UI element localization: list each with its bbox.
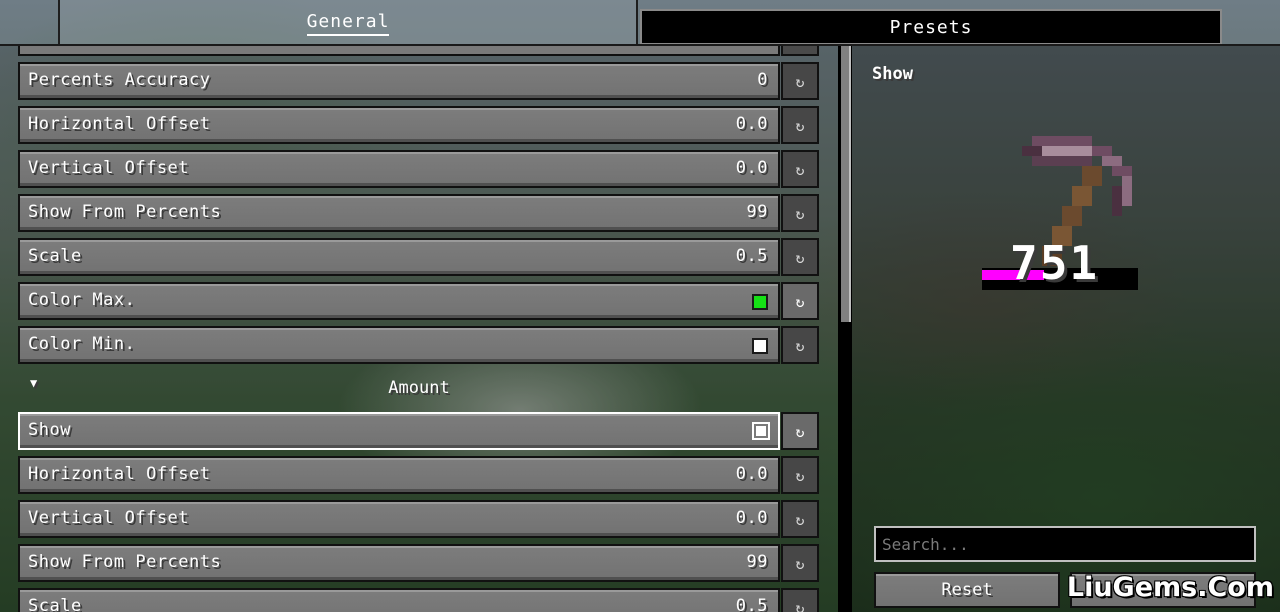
config-label: Percents Accuracy [28, 70, 211, 90]
reset-all-label: Reset [941, 580, 993, 600]
reset-icon: ↻ [795, 337, 805, 355]
tab-presets[interactable]: Presets [640, 9, 1222, 45]
config-label: Vertical Offset [28, 158, 190, 178]
reset-icon: ↻ [795, 599, 805, 612]
config-label: Vertical Offset [28, 508, 190, 528]
config-value: 99 [746, 552, 768, 572]
config-label: Show From Percents [28, 202, 222, 222]
config-value: 0.5 [735, 596, 768, 612]
reset-button[interactable]: ↻ [781, 500, 819, 538]
config-field[interactable]: Scale 0.5 [18, 588, 780, 612]
tab-general-label: General [306, 11, 390, 36]
config-value: 0.0 [735, 464, 768, 484]
config-value: 0.5 [735, 246, 768, 266]
config-row-horizontal-offset[interactable]: Horizontal Offset 0.0 ↻ [18, 456, 820, 494]
reset-button[interactable]: ↻ [781, 588, 819, 612]
scrollbar-thumb[interactable] [841, 46, 851, 322]
color-swatch[interactable] [752, 294, 768, 310]
config-value: 0.0 [735, 158, 768, 178]
watermark: LiuGems.Com [1066, 572, 1274, 603]
config-row-show-from-percents[interactable]: Show From Percents 99 ↻ [18, 544, 820, 582]
partial-row [18, 46, 780, 56]
config-row-color-max[interactable]: Color Max. ↻ [18, 282, 820, 320]
config-row-horizontal-offset[interactable]: Horizontal Offset 0.0 ↻ [18, 106, 820, 144]
preview-panel: Show 751 Reset [852, 46, 1280, 612]
config-field[interactable]: Percents Accuracy 0 [18, 62, 780, 100]
reset-button[interactable]: ↻ [781, 544, 819, 582]
config-row-percents-accuracy[interactable]: Percents Accuracy 0 ↻ [18, 62, 820, 100]
reset-button[interactable]: ↻ [781, 106, 819, 144]
reset-icon: ↻ [795, 293, 805, 311]
config-row-show[interactable]: Show ↻ [18, 412, 820, 450]
reset-icon: ↻ [795, 467, 805, 485]
config-label: Show From Percents [28, 552, 222, 572]
preview-title: Show [872, 64, 913, 84]
reset-icon: ↻ [795, 73, 805, 91]
config-field[interactable]: Show [18, 412, 780, 450]
config-field[interactable]: Color Max. [18, 282, 780, 320]
partial-reset-button [781, 46, 819, 56]
config-row-vertical-offset[interactable]: Vertical Offset 0.0 ↻ [18, 500, 820, 538]
config-value: 0 [757, 70, 768, 90]
tab-presets-label: Presets [889, 16, 973, 38]
config-field[interactable]: Horizontal Offset 0.0 [18, 456, 780, 494]
section-header-amount[interactable]: ▼ Amount [18, 372, 820, 406]
config-label: Color Min. [28, 334, 136, 354]
config-label: Horizontal Offset [28, 114, 211, 134]
config-list[interactable]: Percents Accuracy 0 ↻ Horizontal Offset … [0, 46, 838, 612]
config-value: 0.0 [735, 508, 768, 528]
config-label: Scale [28, 596, 82, 612]
config-label: Color Max. [28, 290, 136, 310]
reset-icon: ↻ [795, 249, 805, 267]
reset-button[interactable]: ↻ [781, 194, 819, 232]
reset-button[interactable]: ↻ [781, 326, 819, 364]
reset-all-button[interactable]: Reset [874, 572, 1060, 608]
config-label: Show [28, 420, 71, 440]
config-value: 99 [746, 202, 768, 222]
reset-icon: ↻ [795, 511, 805, 529]
config-row-scale[interactable]: Scale 0.5 ↻ [18, 588, 820, 612]
reset-button[interactable]: ↻ [781, 456, 819, 494]
tab-general[interactable]: General [58, 0, 638, 44]
section-title: Amount [388, 378, 450, 398]
scrollbar-track[interactable] [838, 46, 852, 612]
reset-button[interactable]: ↻ [781, 238, 819, 276]
config-value: 0.0 [735, 114, 768, 134]
config-field[interactable]: Color Min. [18, 326, 780, 364]
reset-icon: ↻ [795, 423, 805, 441]
search-input[interactable] [874, 526, 1256, 562]
color-swatch[interactable] [752, 338, 768, 354]
show-checkbox[interactable] [752, 422, 770, 440]
config-label: Scale [28, 246, 82, 266]
reset-icon: ↻ [795, 205, 805, 223]
config-label: Horizontal Offset [28, 464, 211, 484]
config-field[interactable]: Scale 0.5 [18, 238, 780, 276]
durability-value: 751 [1010, 236, 1100, 290]
reset-button[interactable]: ↻ [781, 282, 819, 320]
config-row-color-min[interactable]: Color Min. ↻ [18, 326, 820, 364]
config-field[interactable]: Show From Percents 99 [18, 544, 780, 582]
reset-button[interactable]: ↻ [781, 412, 819, 450]
reset-button[interactable]: ↻ [781, 62, 819, 100]
reset-icon: ↻ [795, 117, 805, 135]
config-field[interactable]: Horizontal Offset 0.0 [18, 106, 780, 144]
config-field[interactable]: Show From Percents 99 [18, 194, 780, 232]
config-row-vertical-offset[interactable]: Vertical Offset 0.0 ↻ [18, 150, 820, 188]
config-row-scale[interactable]: Scale 0.5 ↻ [18, 238, 820, 276]
reset-icon: ↻ [795, 161, 805, 179]
config-field[interactable]: Vertical Offset 0.0 [18, 150, 780, 188]
reset-button[interactable]: ↻ [781, 150, 819, 188]
config-row-show-from-percents[interactable]: Show From Percents 99 ↻ [18, 194, 820, 232]
config-field[interactable]: Vertical Offset 0.0 [18, 500, 780, 538]
reset-icon: ↻ [795, 555, 805, 573]
